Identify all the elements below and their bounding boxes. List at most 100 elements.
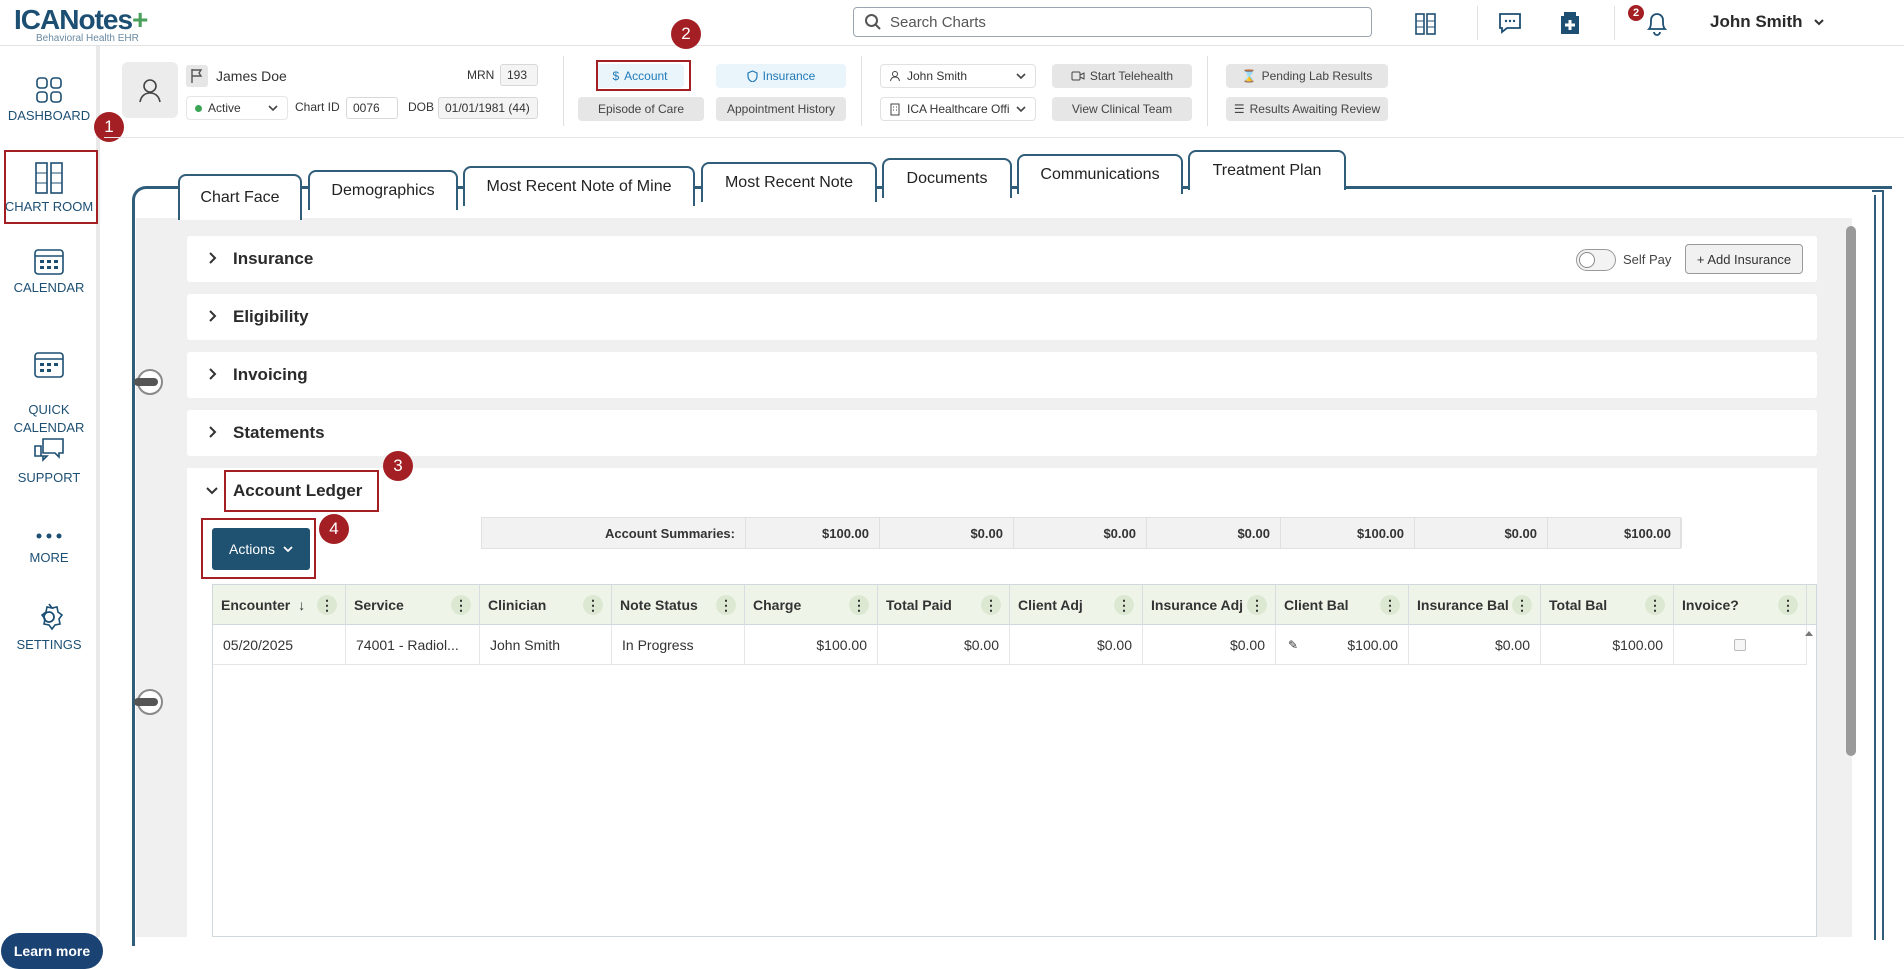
column-menu-icon[interactable]: ⋮ (981, 595, 1001, 615)
column-header-client-adj[interactable]: Client Adj ⋮ (1010, 585, 1143, 625)
column-menu-icon[interactable]: ⋮ (1512, 595, 1532, 615)
chevron-down-icon (1814, 19, 1825, 26)
divider (1614, 6, 1615, 40)
app-logo[interactable]: ICANotes+ (14, 4, 148, 36)
highlight-account-button (596, 60, 691, 91)
chart-id-field[interactable]: 0076 (346, 97, 398, 119)
learn-more-button[interactable]: Learn more (1, 933, 103, 969)
chevron-down-icon[interactable] (205, 484, 219, 502)
step-marker-4: 4 (319, 514, 349, 544)
column-header-client-bal[interactable]: Client Bal ⋮ (1276, 585, 1409, 625)
sidebar-item-settings[interactable]: SETTINGS (0, 601, 98, 652)
office-select[interactable]: ICA Healthcare Offi (880, 97, 1036, 121)
user-menu[interactable]: John Smith (1710, 12, 1825, 32)
section-eligibility[interactable]: Eligibility (187, 294, 1817, 340)
column-header-note-status[interactable]: Note Status ⋮ (612, 585, 745, 625)
tab-documents[interactable]: Documents (882, 158, 1012, 198)
column-header-service[interactable]: Service ⋮ (346, 585, 480, 625)
column-menu-icon[interactable]: ⋮ (1778, 595, 1798, 615)
column-menu-icon[interactable]: ⋮ (317, 595, 337, 615)
insurance-button[interactable]: Insurance (716, 64, 846, 88)
column-menu-icon[interactable]: ⋮ (583, 595, 603, 615)
invoice-checkbox[interactable] (1734, 638, 1746, 651)
episode-of-care-button[interactable]: Episode of Care (578, 97, 704, 121)
appointment-history-button[interactable]: Appointment History (716, 97, 846, 121)
chevron-right-icon (209, 426, 217, 438)
top-bar: ICANotes+ Behavioral Health EHR Search C… (0, 0, 1904, 46)
avatar[interactable] (122, 62, 178, 118)
section-invoicing[interactable]: Invoicing (187, 352, 1817, 398)
search-icon (865, 14, 881, 30)
chevron-right-icon (209, 310, 217, 322)
column-menu-icon[interactable]: ⋮ (1247, 595, 1267, 615)
tab-communications[interactable]: Communications (1017, 154, 1183, 194)
flag-icon[interactable] (186, 65, 208, 87)
sidebar-item-dashboard[interactable]: DASHBOARD (0, 76, 98, 123)
search-input[interactable]: Search Charts (853, 7, 1372, 37)
pending-lab-results-button[interactable]: ⌛ Pending Lab Results (1226, 64, 1388, 88)
start-telehealth-button[interactable]: Start Telehealth (1052, 64, 1192, 88)
column-header-charge[interactable]: Charge ⋮ (745, 585, 878, 625)
cell-total-paid: $0.00 (878, 625, 1010, 665)
page-scrollbar[interactable] (1846, 226, 1856, 756)
column-header-clinician[interactable]: Clinician ⋮ (480, 585, 612, 625)
chat-icon[interactable] (1495, 8, 1525, 38)
column-header-insurance-adj[interactable]: Insurance Adj ⋮ (1143, 585, 1276, 625)
dashboard-icon (36, 77, 62, 103)
cell-encounter: 05/20/2025 (213, 625, 346, 665)
scroll-up-icon (1805, 631, 1813, 636)
mrn-field: 193 (500, 64, 538, 86)
section-insurance[interactable]: Insurance Self Pay + Add Insurance (187, 236, 1817, 282)
calendar-icon (34, 249, 64, 275)
tab-treatment-plan[interactable]: Treatment Plan (1188, 150, 1346, 190)
tab-most-recent-note[interactable]: Most Recent Note (701, 162, 877, 202)
column-header-invoice[interactable]: Invoice? ⋮ (1674, 585, 1807, 625)
table-scrollbar[interactable] (1803, 625, 1815, 936)
shield-icon (747, 70, 758, 82)
prescription-icon[interactable] (1555, 8, 1585, 38)
cell-insurance-adj: $0.00 (1143, 625, 1276, 665)
binder-ring-bar (134, 378, 158, 386)
column-menu-icon[interactable]: ⋮ (716, 595, 736, 615)
view-clinical-team-button[interactable]: View Clinical Team (1052, 97, 1192, 121)
sort-arrow-icon: ↓ (298, 597, 306, 613)
column-header-insurance-bal[interactable]: Insurance Bal ⋮ (1409, 585, 1541, 625)
sidebar-item-calendar[interactable]: CALENDAR (0, 246, 98, 295)
divider (1477, 6, 1478, 40)
column-menu-icon[interactable]: ⋮ (1645, 595, 1665, 615)
cell-insurance-bal: $0.00 (1409, 625, 1541, 665)
tab-chart-face[interactable]: Chart Face (178, 174, 302, 220)
summary-client-bal: $100.00 (1281, 518, 1415, 548)
summary-client-adj: $0.00 (1014, 518, 1147, 548)
tab-most-recent-note-of-mine[interactable]: Most Recent Note of Mine (463, 166, 695, 206)
column-header-encounter[interactable]: Encounter ↓ ⋮ (213, 585, 346, 625)
column-menu-icon[interactable]: ⋮ (451, 595, 471, 615)
self-pay-toggle[interactable] (1576, 249, 1616, 271)
user-icon (890, 71, 900, 82)
sidebar-item-support[interactable]: SUPPORT (0, 436, 98, 485)
column-header-total-bal[interactable]: Total Bal ⋮ (1541, 585, 1674, 625)
chevron-down-icon (1016, 73, 1026, 80)
sidebar-item-more[interactable]: MORE (0, 526, 98, 565)
patient-status-select[interactable]: Active (186, 96, 288, 120)
cell-client-adj: $0.00 (1010, 625, 1143, 665)
chart-cabinet-icon[interactable] (1411, 8, 1441, 38)
divider (563, 56, 564, 126)
divider (861, 56, 862, 126)
chevron-right-icon (209, 252, 217, 264)
column-header-total-paid[interactable]: Total Paid ⋮ (878, 585, 1010, 625)
section-statements[interactable]: Statements (187, 410, 1817, 456)
highlight-actions-button (201, 518, 316, 579)
add-insurance-button[interactable]: + Add Insurance (1685, 244, 1803, 274)
results-awaiting-review-button[interactable]: ☰ Results Awaiting Review (1226, 97, 1388, 121)
pencil-icon[interactable]: ✎ (1288, 638, 1298, 652)
column-menu-icon[interactable]: ⋮ (849, 595, 869, 615)
sidebar-item-quick-calendar[interactable]: QUICK CALENDAR (0, 331, 98, 437)
divider (1207, 56, 1208, 126)
column-menu-icon[interactable]: ⋮ (1114, 595, 1134, 615)
column-menu-icon[interactable]: ⋮ (1380, 595, 1400, 615)
tab-demographics[interactable]: Demographics (308, 170, 458, 210)
bell-icon[interactable] (1642, 8, 1672, 38)
account-summaries-bar: Account Summaries: $100.00 $0.00 $0.00 $… (481, 517, 1682, 549)
clinician-select[interactable]: John Smith (880, 64, 1036, 88)
